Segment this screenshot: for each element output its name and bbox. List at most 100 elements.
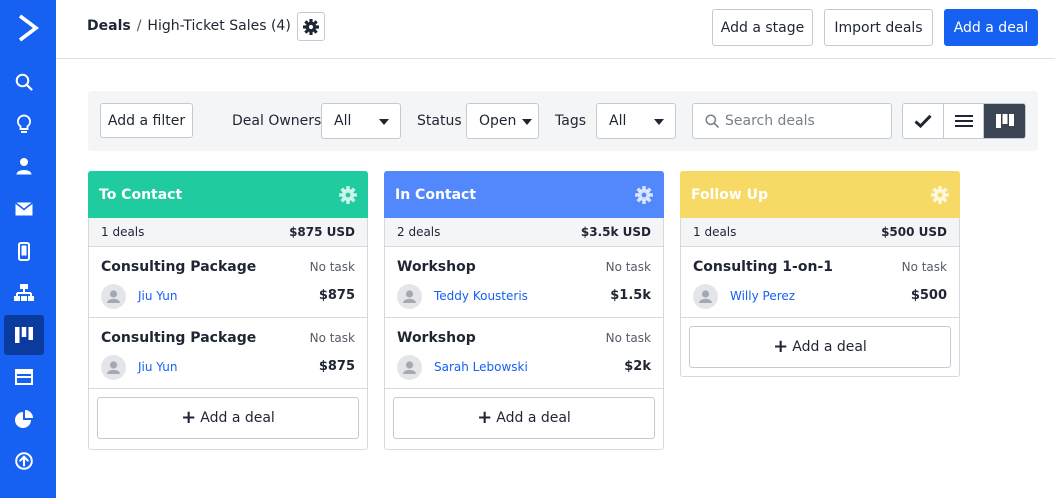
- stage-add-deal-button[interactable]: + Add a deal: [393, 397, 655, 439]
- list-icon: [954, 115, 973, 127]
- chevron-right-logo-icon: [18, 14, 39, 42]
- add-deal-wrapper: + Add a deal: [89, 389, 367, 449]
- deal-task-status: No task: [309, 331, 355, 345]
- website-icon: [15, 369, 33, 385]
- sidebar-item-upgrade[interactable]: [4, 441, 44, 481]
- stage-deal-count: 2 deals: [397, 225, 441, 239]
- sidebar-item-contacts[interactable]: [4, 146, 44, 186]
- app-root: Deals / High-Ticket Sales (4) Add a stag…: [0, 0, 1055, 498]
- deal-task-status: No task: [309, 260, 355, 274]
- add-deal-label: Add a deal: [496, 410, 571, 426]
- lightbulb-icon: [17, 114, 31, 133]
- top-bar: Deals / High-Ticket Sales (4) Add a stag…: [56, 0, 1055, 59]
- deal-card[interactable]: Consulting Package No task Jiu Yun $875: [89, 247, 367, 318]
- add-filter-button[interactable]: Add a filter: [100, 103, 193, 138]
- pipeline-view-button[interactable]: [984, 104, 1025, 138]
- sidebar-item-campaigns[interactable]: [4, 189, 44, 229]
- status-value: Open: [479, 113, 517, 129]
- list-view-button[interactable]: [944, 104, 985, 138]
- stage-deal-count: 1 deals: [693, 225, 737, 239]
- kanban-icon: [995, 114, 1014, 128]
- view-toggle: [902, 103, 1026, 139]
- sidebar-item-reports[interactable]: [4, 399, 44, 439]
- plus-icon: +: [773, 336, 789, 357]
- plus-icon: +: [181, 407, 197, 428]
- deal-title: Workshop: [397, 259, 476, 275]
- deal-card[interactable]: Workshop No task Teddy Kousteris $1.5k: [385, 247, 663, 318]
- chevron-down-icon: [379, 119, 389, 125]
- contact-icon: [16, 158, 32, 175]
- deal-card[interactable]: Consulting 1-on-1 No task Willy Perez $5…: [681, 247, 959, 318]
- sidebar-item-deals[interactable]: [4, 315, 44, 355]
- import-deals-button[interactable]: Import deals: [824, 9, 933, 46]
- stage-settings-gear-icon[interactable]: [931, 185, 949, 204]
- deal-owner-link[interactable]: Teddy Kousteris: [434, 289, 528, 303]
- stage-header: In Contact: [384, 171, 664, 218]
- stage-summary: 1 deals $875 USD: [89, 218, 367, 247]
- checkmark-icon: [914, 114, 932, 128]
- deal-owners-label: Deal Owners: [232, 113, 322, 129]
- sidebar-item-search[interactable]: [4, 62, 44, 102]
- deal-owner-link[interactable]: Jiu Yun: [138, 360, 177, 374]
- deal-value: $2k: [624, 359, 651, 374]
- deal-value: $1.5k: [610, 288, 651, 303]
- automation-icon: [14, 284, 34, 301]
- stage-add-deal-button[interactable]: + Add a deal: [689, 326, 951, 368]
- reports-icon: [15, 410, 33, 428]
- search-input[interactable]: [725, 113, 885, 129]
- deal-owner-link[interactable]: Willy Perez: [730, 289, 795, 303]
- stage-total: $500 USD: [881, 225, 947, 239]
- pipeline-settings-button[interactable]: [297, 12, 325, 41]
- breadcrumb-deals-link[interactable]: Deals: [87, 18, 131, 34]
- status-select[interactable]: Open: [466, 103, 539, 139]
- deal-card[interactable]: Workshop No task Sarah Lebowski $2k: [385, 318, 663, 389]
- stage-column-follow-up: Follow Up 1 deals $500 USD Consulting 1-…: [680, 171, 960, 377]
- add-deal-label: Add a deal: [792, 339, 867, 355]
- stage-header: To Contact: [88, 171, 368, 218]
- search-box[interactable]: [692, 103, 892, 139]
- filter-bar: Add a filter Deal Owners All Status Open…: [88, 91, 1038, 151]
- sidebar-item-website[interactable]: [4, 357, 44, 397]
- stage-summary: 1 deals $500 USD: [681, 218, 959, 247]
- add-stage-button[interactable]: Add a stage: [712, 9, 813, 46]
- search-icon: [15, 73, 33, 91]
- sidebar-item-sms[interactable]: [4, 231, 44, 271]
- stage-total: $875 USD: [289, 225, 355, 239]
- mobile-icon: [18, 241, 30, 261]
- deal-title: Consulting Package: [101, 330, 257, 346]
- chevron-down-icon: [522, 119, 532, 125]
- deal-value: $875: [318, 359, 355, 374]
- deal-task-status: No task: [605, 331, 651, 345]
- stage-deal-count: 1 deals: [101, 225, 145, 239]
- add-deal-wrapper: + Add a deal: [681, 318, 959, 376]
- avatar-user-icon: [397, 284, 422, 309]
- deal-title: Consulting 1-on-1: [693, 259, 833, 275]
- deal-owners-value: All: [334, 113, 352, 129]
- stage-title: Follow Up: [691, 186, 769, 203]
- deal-owner-link[interactable]: Jiu Yun: [138, 289, 177, 303]
- stage-settings-gear-icon[interactable]: [635, 185, 653, 204]
- chevron-down-icon: [654, 119, 664, 125]
- deal-owners-select[interactable]: All: [321, 103, 401, 139]
- breadcrumb-separator: /: [136, 18, 142, 34]
- stage-column-to-contact: To Contact 1 deals $875 USD Consulting P…: [88, 171, 368, 450]
- stage-add-deal-button[interactable]: + Add a deal: [97, 397, 359, 439]
- tags-select[interactable]: All: [596, 103, 676, 139]
- stage-settings-gear-icon[interactable]: [339, 185, 357, 204]
- sidebar-item-automations[interactable]: [4, 273, 44, 313]
- pipeline-selector[interactable]: High-Ticket Sales (4): [147, 18, 290, 34]
- status-label: Status: [417, 113, 462, 129]
- avatar-user-icon: [397, 355, 422, 380]
- breadcrumb: Deals / High-Ticket Sales (4): [87, 18, 310, 34]
- brand-logo[interactable]: [0, 0, 56, 56]
- deal-owner-link[interactable]: Sarah Lebowski: [434, 360, 528, 374]
- gear-icon: [303, 18, 319, 35]
- deal-value: $500: [910, 288, 947, 303]
- search-icon: [705, 114, 719, 128]
- sidebar-item-insights[interactable]: [4, 104, 44, 144]
- deal-task-status: No task: [901, 260, 947, 274]
- deal-card[interactable]: Consulting Package No task Jiu Yun $875: [89, 318, 367, 389]
- task-view-button[interactable]: [903, 104, 944, 138]
- add-deal-button[interactable]: Add a deal: [944, 9, 1038, 46]
- mail-icon: [15, 202, 33, 216]
